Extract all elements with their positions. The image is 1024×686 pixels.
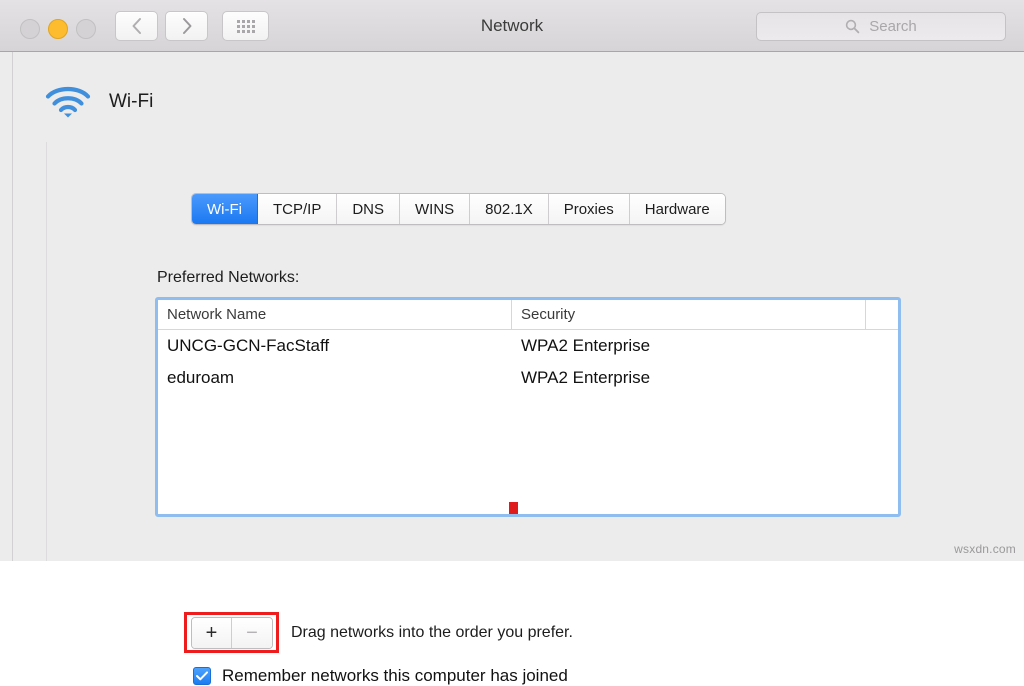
settings-tabbar: Wi-Fi TCP/IP DNS WINS 802.1X Proxies Har… <box>191 193 726 225</box>
cell-network-name: eduroam <box>158 362 512 394</box>
search-field[interactable]: Search <box>756 12 1006 41</box>
service-header: Wi-Fi <box>45 85 153 119</box>
cell-security: WPA2 Enterprise <box>512 330 866 362</box>
cell-security: WPA2 Enterprise <box>512 362 866 394</box>
minimize-button[interactable] <box>48 19 68 39</box>
remove-network-button[interactable]: − <box>232 618 272 648</box>
grid-icon <box>237 20 255 33</box>
column-header-network-name[interactable]: Network Name <box>158 300 512 329</box>
tab-hardware[interactable]: Hardware <box>630 194 725 224</box>
back-button[interactable] <box>115 11 158 41</box>
remember-networks-label: Remember networks this computer has join… <box>222 666 568 686</box>
cell-network-name: UNCG-GCN-FacStaff <box>158 330 512 362</box>
wifi-icon <box>45 85 91 119</box>
service-name: Wi-Fi <box>109 91 153 113</box>
tab-wins[interactable]: WINS <box>400 194 470 224</box>
window-titlebar: Network Search <box>0 0 1024 52</box>
add-network-button[interactable]: + <box>192 618 232 648</box>
list-body: UNCG-GCN-FacStaff WPA2 Enterprise eduroa… <box>158 330 898 394</box>
preferences-content: Wi-Fi Wi-Fi TCP/IP DNS WINS 802.1X Proxi… <box>12 52 1012 561</box>
zoom-button[interactable] <box>76 19 96 39</box>
search-icon <box>845 19 860 34</box>
tab-tcpip[interactable]: TCP/IP <box>258 194 337 224</box>
tab-proxies[interactable]: Proxies <box>549 194 630 224</box>
close-button[interactable] <box>20 19 40 39</box>
search-placeholder: Search <box>869 18 917 35</box>
drag-hint-text: Drag networks into the order you prefer. <box>291 624 573 642</box>
watermark: wsxdn.com <box>954 542 1016 556</box>
tab-dns[interactable]: DNS <box>337 194 400 224</box>
tab-8021x[interactable]: 802.1X <box>470 194 549 224</box>
cell-extra <box>866 330 898 362</box>
column-header-security[interactable]: Security <box>512 300 866 329</box>
table-row[interactable]: UNCG-GCN-FacStaff WPA2 Enterprise <box>158 330 898 362</box>
add-remove-button-group: + − <box>191 617 273 649</box>
remember-networks-checkbox[interactable] <box>193 667 211 685</box>
preferred-networks-list[interactable]: Network Name Security UNCG-GCN-FacStaff … <box>155 297 901 517</box>
column-header-extra[interactable] <box>866 300 898 329</box>
tab-wifi[interactable]: Wi-Fi <box>192 194 258 224</box>
drop-indicator-marker <box>509 502 518 514</box>
preferred-networks-label: Preferred Networks: <box>157 269 299 287</box>
list-header-row: Network Name Security <box>158 300 898 330</box>
network-preferences-window: Network Search Wi-Fi Wi-Fi TCP/IP <box>0 0 1024 561</box>
navigation-buttons <box>115 11 208 41</box>
forward-button[interactable] <box>165 11 208 41</box>
forward-chevron-icon <box>181 17 193 35</box>
checkmark-icon <box>196 671 208 681</box>
wifi-settings-panel: Wi-Fi TCP/IP DNS WINS 802.1X Proxies Har… <box>46 142 1001 561</box>
back-chevron-icon <box>131 17 143 35</box>
cell-extra <box>866 362 898 394</box>
remember-networks-row[interactable]: Remember networks this computer has join… <box>193 666 568 686</box>
table-row[interactable]: eduroam WPA2 Enterprise <box>158 362 898 394</box>
show-all-button[interactable] <box>222 11 269 41</box>
traffic-light-group <box>20 19 96 39</box>
